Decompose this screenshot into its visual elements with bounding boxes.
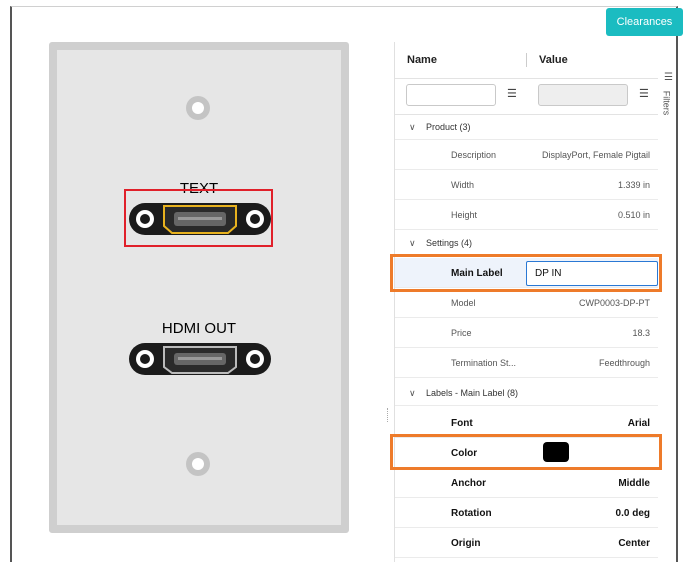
port-label-hdmi-out: HDMI OUT: [161, 320, 237, 337]
row-model[interactable]: Model CWP0003-DP-PT: [395, 288, 658, 318]
row-name: Anchor: [451, 478, 486, 489]
clearances-button[interactable]: Clearances: [606, 8, 683, 36]
row-name: Font: [451, 418, 473, 429]
chevron-down-icon[interactable]: ∨: [409, 122, 416, 133]
hdmi-connector[interactable]: [128, 340, 272, 378]
row-value: 0.0 deg: [615, 508, 650, 519]
grid-header: Name Value: [395, 42, 658, 79]
group-title: Labels - Main Label (8): [426, 388, 519, 398]
chevron-down-icon[interactable]: ∨: [409, 388, 416, 399]
column-header-value[interactable]: Value: [539, 54, 568, 66]
row-name: Rotation: [451, 508, 492, 519]
filter-icon: ☰: [664, 72, 673, 83]
row-name: Description: [451, 150, 497, 160]
row-name: Height: [451, 210, 478, 220]
column-separator[interactable]: [526, 53, 527, 67]
name-filter-icon[interactable]: ☰: [507, 87, 517, 100]
row-description[interactable]: Description DisplayPort, Female Pigtail: [395, 140, 658, 170]
row-width[interactable]: Width 1.339 in: [395, 170, 658, 200]
group-title: Product (3): [426, 122, 471, 132]
row-anchor[interactable]: Anchor Middle: [395, 468, 658, 498]
splitter-grip[interactable]: [387, 408, 390, 422]
row-name: Model: [451, 298, 476, 308]
row-height[interactable]: Height 0.510 in: [395, 200, 658, 230]
row-origin[interactable]: Origin Center: [395, 528, 658, 558]
row-name: Origin: [451, 538, 481, 549]
row-value: CWP0003-DP-PT: [578, 298, 650, 308]
row-value: 1.339 in: [617, 180, 650, 190]
chevron-down-icon[interactable]: ∨: [409, 238, 416, 249]
row-price[interactable]: Price 18.3: [395, 318, 658, 348]
group-labels-main[interactable]: ∨ Labels - Main Label (8): [395, 380, 658, 406]
row-name: Width: [451, 180, 475, 190]
highlight-color: [390, 434, 662, 470]
filter-row: ☰ ☰: [395, 78, 658, 115]
value-filter-input: [538, 84, 628, 106]
row-value: Feedthrough: [598, 358, 650, 368]
group-product[interactable]: ∨ Product (3): [395, 114, 658, 140]
row-termination[interactable]: Termination St... Feedthrough: [395, 348, 658, 378]
selected-port-outline[interactable]: [124, 189, 273, 247]
column-header-name[interactable]: Name: [407, 54, 437, 66]
group-settings[interactable]: ∨ Settings (4): [395, 230, 658, 256]
row-name: Price: [451, 328, 472, 338]
row-value: 0.510 in: [617, 210, 650, 220]
group-title: Settings (4): [426, 238, 473, 248]
highlight-main-label: [390, 254, 662, 292]
name-filter-input[interactable]: [406, 84, 496, 106]
row-value: DisplayPort, Female Pigtail: [541, 150, 650, 160]
filters-tab-label: Filters: [661, 90, 672, 116]
row-value: Center: [618, 538, 650, 549]
property-grid: Name Value ☰ ☰ ∨ Product (3) Description…: [394, 42, 658, 562]
row-value: Middle: [618, 478, 650, 489]
row-value: 18.3: [632, 328, 650, 338]
row-value: Arial: [627, 418, 650, 429]
bottom-screw-hole: [186, 452, 210, 476]
row-name: Termination St...: [451, 358, 517, 368]
top-screw-hole: [186, 96, 210, 120]
row-rotation[interactable]: Rotation 0.0 deg: [395, 498, 658, 528]
filters-side-tab[interactable]: ☰ Filters: [660, 72, 676, 132]
value-filter-icon[interactable]: ☰: [639, 87, 649, 100]
